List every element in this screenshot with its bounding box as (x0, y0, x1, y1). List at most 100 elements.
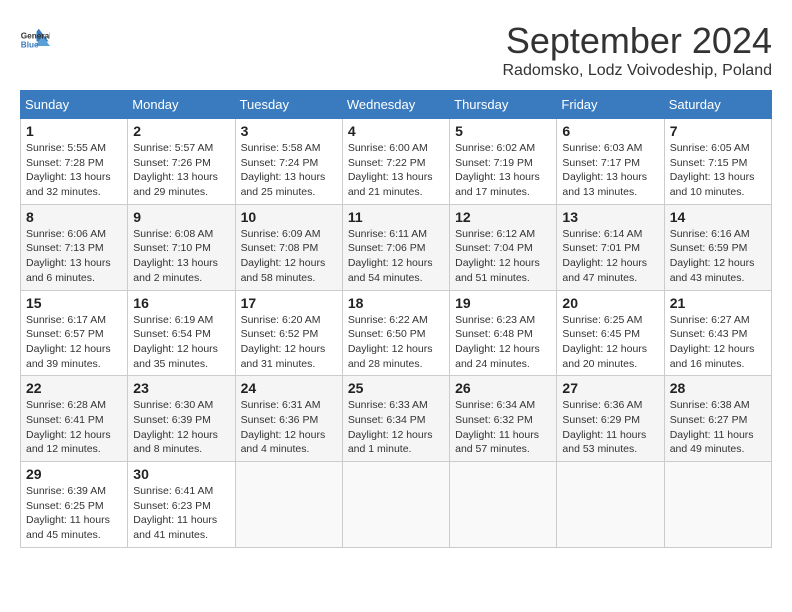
weekday-header-thursday: Thursday (450, 91, 557, 119)
day-number: 20 (562, 295, 658, 311)
day-number: 6 (562, 123, 658, 139)
day-info: Sunrise: 6:03 AM Sunset: 7:17 PM Dayligh… (562, 141, 658, 200)
day-info: Sunrise: 6:27 AM Sunset: 6:43 PM Dayligh… (670, 313, 766, 372)
day-info: Sunrise: 6:39 AM Sunset: 6:25 PM Dayligh… (26, 484, 122, 543)
day-number: 5 (455, 123, 551, 139)
day-number: 24 (241, 380, 337, 396)
calendar-day-cell: 10 Sunrise: 6:09 AM Sunset: 7:08 PM Dayli… (235, 204, 342, 290)
page-title: September 2024 (502, 20, 772, 62)
calendar-day-cell: 24 Sunrise: 6:31 AM Sunset: 6:36 PM Dayli… (235, 376, 342, 462)
day-info: Sunrise: 6:08 AM Sunset: 7:10 PM Dayligh… (133, 227, 229, 286)
calendar-day-cell: 28 Sunrise: 6:38 AM Sunset: 6:27 PM Dayli… (664, 376, 771, 462)
calendar-week-row: 22Sunrise: 6:28 AM Sunset: 6:41 PM Dayli… (21, 376, 772, 462)
day-info: Sunrise: 6:05 AM Sunset: 7:15 PM Dayligh… (670, 141, 766, 200)
day-number: 30 (133, 466, 229, 482)
day-number: 28 (670, 380, 766, 396)
calendar-day-cell: 9 Sunrise: 6:08 AM Sunset: 7:10 PM Daylig… (128, 204, 235, 290)
day-info: Sunrise: 6:34 AM Sunset: 6:32 PM Dayligh… (455, 398, 551, 457)
day-number: 21 (670, 295, 766, 311)
calendar-day-cell: 4Sunrise: 6:00 AM Sunset: 7:22 PM Daylig… (342, 119, 449, 205)
day-info: Sunrise: 6:22 AM Sunset: 6:50 PM Dayligh… (348, 313, 444, 372)
day-info: Sunrise: 6:38 AM Sunset: 6:27 PM Dayligh… (670, 398, 766, 457)
calendar-day-cell: 1Sunrise: 5:55 AM Sunset: 7:28 PM Daylig… (21, 119, 128, 205)
calendar-day-cell: 17Sunrise: 6:20 AM Sunset: 6:52 PM Dayli… (235, 290, 342, 376)
day-info: Sunrise: 6:16 AM Sunset: 6:59 PM Dayligh… (670, 227, 766, 286)
day-number: 26 (455, 380, 551, 396)
calendar-day-cell: 12Sunrise: 6:12 AM Sunset: 7:04 PM Dayli… (450, 204, 557, 290)
calendar-day-cell (664, 462, 771, 548)
day-number: 22 (26, 380, 122, 396)
day-info: Sunrise: 6:09 AM Sunset: 7:08 PM Dayligh… (241, 227, 337, 286)
page-subtitle: Radomsko, Lodz Voivodeship, Poland (502, 62, 772, 80)
calendar-day-cell: 21 Sunrise: 6:27 AM Sunset: 6:43 PM Dayli… (664, 290, 771, 376)
day-info: Sunrise: 6:31 AM Sunset: 6:36 PM Dayligh… (241, 398, 337, 457)
calendar-day-cell: 7 Sunrise: 6:05 AM Sunset: 7:15 PM Daylig… (664, 119, 771, 205)
title-section: September 2024 Radomsko, Lodz Voivodeshi… (502, 20, 772, 80)
calendar-day-cell: 30Sunrise: 6:41 AM Sunset: 6:23 PM Dayli… (128, 462, 235, 548)
day-info: Sunrise: 6:19 AM Sunset: 6:54 PM Dayligh… (133, 313, 229, 372)
weekday-header-sunday: Sunday (21, 91, 128, 119)
day-number: 29 (26, 466, 122, 482)
calendar-day-cell: 16 Sunrise: 6:19 AM Sunset: 6:54 PM Dayli… (128, 290, 235, 376)
day-number: 3 (241, 123, 337, 139)
weekday-header-saturday: Saturday (664, 91, 771, 119)
day-number: 8 (26, 209, 122, 225)
calendar-day-cell: 22Sunrise: 6:28 AM Sunset: 6:41 PM Dayli… (21, 376, 128, 462)
day-info: Sunrise: 6:33 AM Sunset: 6:34 PM Dayligh… (348, 398, 444, 457)
svg-text:General: General (21, 32, 50, 41)
header: General Blue September 2024 Radomsko, Lo… (20, 20, 772, 80)
day-info: Sunrise: 6:12 AM Sunset: 7:04 PM Dayligh… (455, 227, 551, 286)
day-number: 1 (26, 123, 122, 139)
day-number: 18 (348, 295, 444, 311)
day-info: Sunrise: 6:11 AM Sunset: 7:06 PM Dayligh… (348, 227, 444, 286)
day-info: Sunrise: 5:57 AM Sunset: 7:26 PM Dayligh… (133, 141, 229, 200)
day-info: Sunrise: 6:20 AM Sunset: 6:52 PM Dayligh… (241, 313, 337, 372)
logo: General Blue (20, 25, 56, 55)
calendar-week-row: 1Sunrise: 5:55 AM Sunset: 7:28 PM Daylig… (21, 119, 772, 205)
day-info: Sunrise: 6:25 AM Sunset: 6:45 PM Dayligh… (562, 313, 658, 372)
calendar-day-cell: 13 Sunrise: 6:14 AM Sunset: 7:01 PM Dayli… (557, 204, 664, 290)
calendar-day-cell: 25 Sunrise: 6:33 AM Sunset: 6:34 PM Dayli… (342, 376, 449, 462)
calendar-week-row: 29 Sunrise: 6:39 AM Sunset: 6:25 PM Dayli… (21, 462, 772, 548)
day-number: 2 (133, 123, 229, 139)
day-number: 11 (348, 209, 444, 225)
calendar-week-row: 8Sunrise: 6:06 AM Sunset: 7:13 PM Daylig… (21, 204, 772, 290)
calendar-table: SundayMondayTuesdayWednesdayThursdayFrid… (20, 90, 772, 548)
day-number: 9 (133, 209, 229, 225)
calendar-day-cell (557, 462, 664, 548)
calendar-day-cell: 18 Sunrise: 6:22 AM Sunset: 6:50 PM Dayli… (342, 290, 449, 376)
day-number: 4 (348, 123, 444, 139)
day-number: 16 (133, 295, 229, 311)
day-number: 13 (562, 209, 658, 225)
calendar-day-cell: 19 Sunrise: 6:23 AM Sunset: 6:48 PM Dayli… (450, 290, 557, 376)
day-info: Sunrise: 6:02 AM Sunset: 7:19 PM Dayligh… (455, 141, 551, 200)
day-number: 27 (562, 380, 658, 396)
day-number: 25 (348, 380, 444, 396)
calendar-day-cell: 8Sunrise: 6:06 AM Sunset: 7:13 PM Daylig… (21, 204, 128, 290)
calendar-day-cell: 2 Sunrise: 5:57 AM Sunset: 7:26 PM Daylig… (128, 119, 235, 205)
calendar-day-cell: 11 Sunrise: 6:11 AM Sunset: 7:06 PM Dayli… (342, 204, 449, 290)
weekday-header-friday: Friday (557, 91, 664, 119)
svg-text:Blue: Blue (21, 41, 39, 50)
calendar-day-cell: 3Sunrise: 5:58 AM Sunset: 7:24 PM Daylig… (235, 119, 342, 205)
day-info: Sunrise: 6:30 AM Sunset: 6:39 PM Dayligh… (133, 398, 229, 457)
day-number: 19 (455, 295, 551, 311)
calendar-day-cell: 14 Sunrise: 6:16 AM Sunset: 6:59 PM Dayli… (664, 204, 771, 290)
day-info: Sunrise: 6:17 AM Sunset: 6:57 PM Dayligh… (26, 313, 122, 372)
calendar-day-cell: 29 Sunrise: 6:39 AM Sunset: 6:25 PM Dayli… (21, 462, 128, 548)
day-number: 23 (133, 380, 229, 396)
calendar-day-cell (235, 462, 342, 548)
calendar-day-cell: 20 Sunrise: 6:25 AM Sunset: 6:45 PM Dayli… (557, 290, 664, 376)
day-number: 14 (670, 209, 766, 225)
day-info: Sunrise: 6:14 AM Sunset: 7:01 PM Dayligh… (562, 227, 658, 286)
weekday-header-wednesday: Wednesday (342, 91, 449, 119)
day-info: Sunrise: 6:23 AM Sunset: 6:48 PM Dayligh… (455, 313, 551, 372)
calendar-day-cell: 23 Sunrise: 6:30 AM Sunset: 6:39 PM Dayli… (128, 376, 235, 462)
day-info: Sunrise: 6:36 AM Sunset: 6:29 PM Dayligh… (562, 398, 658, 457)
calendar-day-cell: 6 Sunrise: 6:03 AM Sunset: 7:17 PM Daylig… (557, 119, 664, 205)
calendar-day-cell: 27 Sunrise: 6:36 AM Sunset: 6:29 PM Dayli… (557, 376, 664, 462)
day-number: 10 (241, 209, 337, 225)
calendar-day-cell (450, 462, 557, 548)
calendar-header-row: SundayMondayTuesdayWednesdayThursdayFrid… (21, 91, 772, 119)
day-number: 7 (670, 123, 766, 139)
